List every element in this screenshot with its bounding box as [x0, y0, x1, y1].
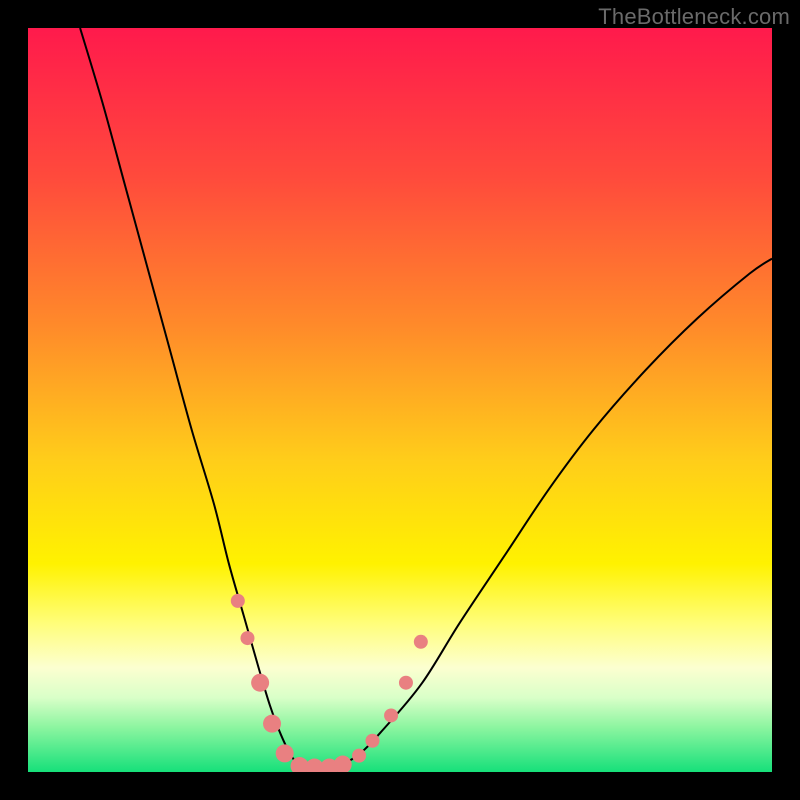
- data-marker: [365, 734, 379, 748]
- data-marker: [251, 674, 269, 692]
- data-marker: [276, 744, 294, 762]
- data-marker: [240, 631, 254, 645]
- gradient-background: [28, 28, 772, 772]
- chart-frame: TheBottleneck.com: [0, 0, 800, 800]
- data-marker: [384, 708, 398, 722]
- data-marker: [263, 715, 281, 733]
- watermark-text: TheBottleneck.com: [598, 4, 790, 30]
- data-marker: [414, 635, 428, 649]
- plot-area: [28, 28, 772, 772]
- data-marker: [352, 749, 366, 763]
- bottleneck-chart: [28, 28, 772, 772]
- data-marker: [399, 676, 413, 690]
- data-marker: [231, 594, 245, 608]
